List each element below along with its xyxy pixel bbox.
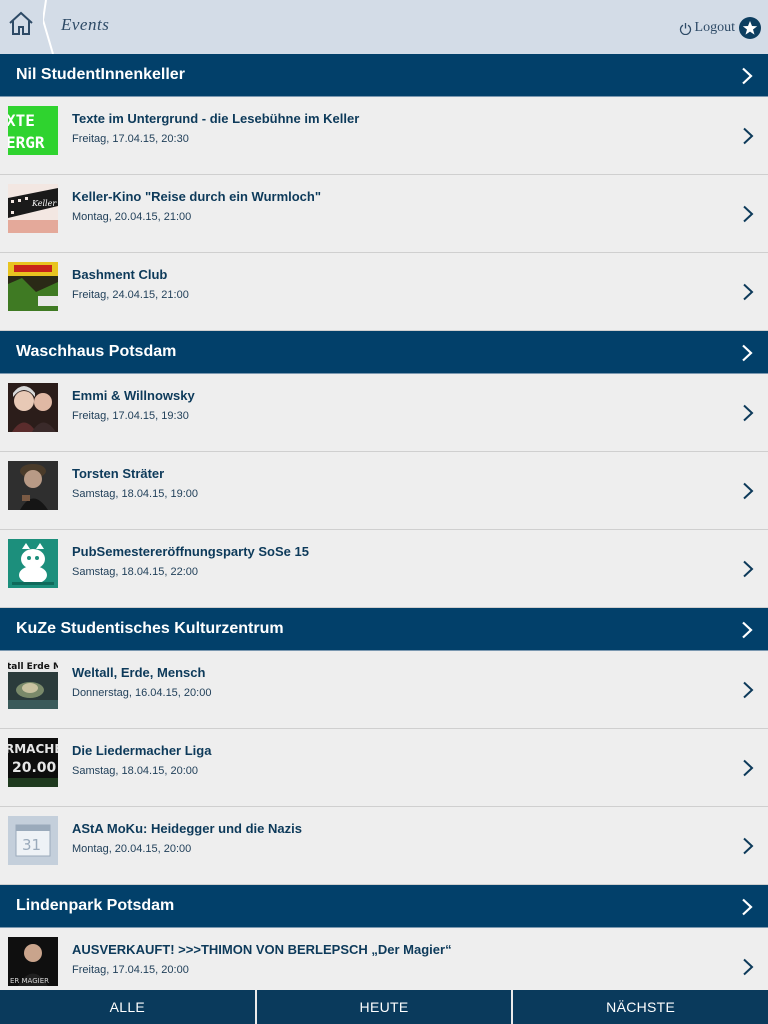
- venue-header[interactable]: Lindenpark Potsdam: [0, 885, 768, 928]
- svg-text:20.00: 20.00: [12, 760, 57, 776]
- event-row[interactable]: Keller Keller-Kino "Reise durch ein Wurm…: [0, 175, 768, 253]
- event-thumbnail: RMACHER 20.00: [8, 738, 58, 787]
- venue-title: Waschhaus Potsdam: [16, 343, 177, 360]
- svg-text:ER MAGIER: ER MAGIER: [10, 977, 49, 985]
- logout-button[interactable]: Logout: [679, 20, 735, 36]
- venue-title: Lindenpark Potsdam: [16, 897, 175, 914]
- event-row[interactable]: 31 AStA MoKu: Heidegger und die Nazis Mo…: [0, 807, 768, 885]
- event-date: Freitag, 24.04.15, 21:00: [72, 289, 189, 301]
- svg-text:31: 31: [22, 836, 41, 854]
- venue-header[interactable]: Nil StudentInnenkeller: [0, 54, 768, 97]
- chevron-right-icon: [742, 67, 753, 85]
- event-date: Samstag, 18.04.15, 19:00: [72, 488, 198, 500]
- svg-text:RMACHER: RMACHER: [8, 742, 58, 756]
- event-date: Freitag, 17.04.15, 20:00: [72, 964, 189, 976]
- event-title: PubSemestereröffnungsparty SoSe 15: [72, 544, 309, 559]
- event-row[interactable]: XTE ERGR Texte im Untergrund - die Leseb…: [0, 97, 768, 175]
- event-title: Torsten Sträter: [72, 466, 165, 481]
- chevron-right-icon: [743, 958, 754, 976]
- venue-header[interactable]: Waschhaus Potsdam: [0, 331, 768, 374]
- event-row[interactable]: Bashment Club Freitag, 24.04.15, 21:00: [0, 253, 768, 331]
- chevron-right-icon: [742, 898, 753, 916]
- event-title: Texte im Untergrund - die Lesebühne im K…: [72, 111, 360, 126]
- logout-label: Logout: [694, 20, 735, 35]
- tab-naechste[interactable]: NÄCHSTE: [511, 990, 768, 1024]
- svg-text:XTE: XTE: [8, 111, 35, 130]
- chevron-right-icon: [743, 837, 754, 855]
- calendar-icon: 31: [8, 816, 58, 865]
- event-date: Donnerstag, 16.04.15, 20:00: [72, 687, 212, 699]
- event-thumbnail: tall Erde Me: [8, 660, 58, 709]
- chevron-right-icon: [743, 482, 754, 500]
- tab-heute[interactable]: HEUTE: [254, 990, 512, 1024]
- event-row[interactable]: tall Erde Me Weltall, Erde, Mensch Donne…: [0, 651, 768, 729]
- event-title: Bashment Club: [72, 267, 168, 282]
- event-title: AStA MoKu: Heidegger und die Nazis: [72, 821, 302, 836]
- event-thumbnail: [8, 539, 58, 588]
- event-date: Freitag, 17.04.15, 20:30: [72, 133, 189, 145]
- event-row[interactable]: Torsten Sträter Samstag, 18.04.15, 19:00: [0, 452, 768, 530]
- event-row[interactable]: RMACHER 20.00 Die Liedermacher Liga Sams…: [0, 729, 768, 807]
- filter-tab-bar: ALLE HEUTE NÄCHSTE: [0, 990, 768, 1024]
- event-date: Montag, 20.04.15, 20:00: [72, 843, 192, 855]
- header-divider: [43, 0, 54, 54]
- tab-alle[interactable]: ALLE: [0, 990, 255, 1024]
- svg-text:Keller: Keller: [31, 199, 57, 208]
- chevron-right-icon: [743, 283, 754, 301]
- venue-title: Nil StudentInnenkeller: [16, 66, 185, 83]
- page-title: Events: [61, 15, 110, 34]
- power-icon: [679, 22, 691, 35]
- event-thumbnail: [8, 461, 58, 510]
- event-title: Emmi & Willnowsky: [72, 388, 195, 403]
- event-thumbnail: [8, 383, 58, 432]
- chevron-right-icon: [743, 759, 754, 777]
- events-list: Nil StudentInnenkeller XTE ERGR Texte im…: [0, 54, 768, 990]
- event-thumbnail: XTE ERGR: [8, 106, 58, 155]
- top-navigation-bar: Events Logout: [0, 0, 768, 54]
- event-title: AUSVERKAUFT! >>>THIMON VON BERLEPSCH „De…: [72, 942, 452, 957]
- home-icon[interactable]: [8, 11, 34, 37]
- event-date: Montag, 20.04.15, 21:00: [72, 211, 192, 223]
- venue-header[interactable]: KuZe Studentisches Kulturzentrum: [0, 608, 768, 651]
- event-title: Keller-Kino "Reise durch ein Wurmloch": [72, 189, 322, 204]
- event-row[interactable]: PubSemestereröffnungsparty SoSe 15 Samst…: [0, 530, 768, 608]
- event-thumbnail: ER MAGIER: [8, 937, 58, 986]
- chevron-right-icon: [743, 404, 754, 422]
- chevron-right-icon: [743, 560, 754, 578]
- svg-text:ERGR: ERGR: [8, 133, 45, 152]
- chevron-right-icon: [742, 344, 753, 362]
- star-icon: [742, 21, 758, 35]
- event-date: Freitag, 17.04.15, 19:30: [72, 410, 189, 422]
- event-row[interactable]: Emmi & Willnowsky Freitag, 17.04.15, 19:…: [0, 374, 768, 452]
- event-date: Samstag, 18.04.15, 22:00: [72, 566, 198, 578]
- chevron-right-icon: [743, 127, 754, 145]
- event-title: Weltall, Erde, Mensch: [72, 665, 206, 680]
- favorites-button[interactable]: [739, 17, 761, 39]
- venue-title: KuZe Studentisches Kulturzentrum: [16, 620, 284, 637]
- event-title: Die Liedermacher Liga: [72, 743, 212, 758]
- chevron-right-icon: [743, 681, 754, 699]
- event-date: Samstag, 18.04.15, 20:00: [72, 765, 198, 777]
- chevron-right-icon: [742, 621, 753, 639]
- svg-text:tall Erde Me: tall Erde Me: [8, 662, 58, 672]
- event-thumbnail: [8, 262, 58, 311]
- event-row[interactable]: ER MAGIER AUSVERKAUFT! >>>THIMON VON BER…: [0, 928, 768, 990]
- event-thumbnail: Keller: [8, 184, 58, 233]
- chevron-right-icon: [743, 205, 754, 223]
